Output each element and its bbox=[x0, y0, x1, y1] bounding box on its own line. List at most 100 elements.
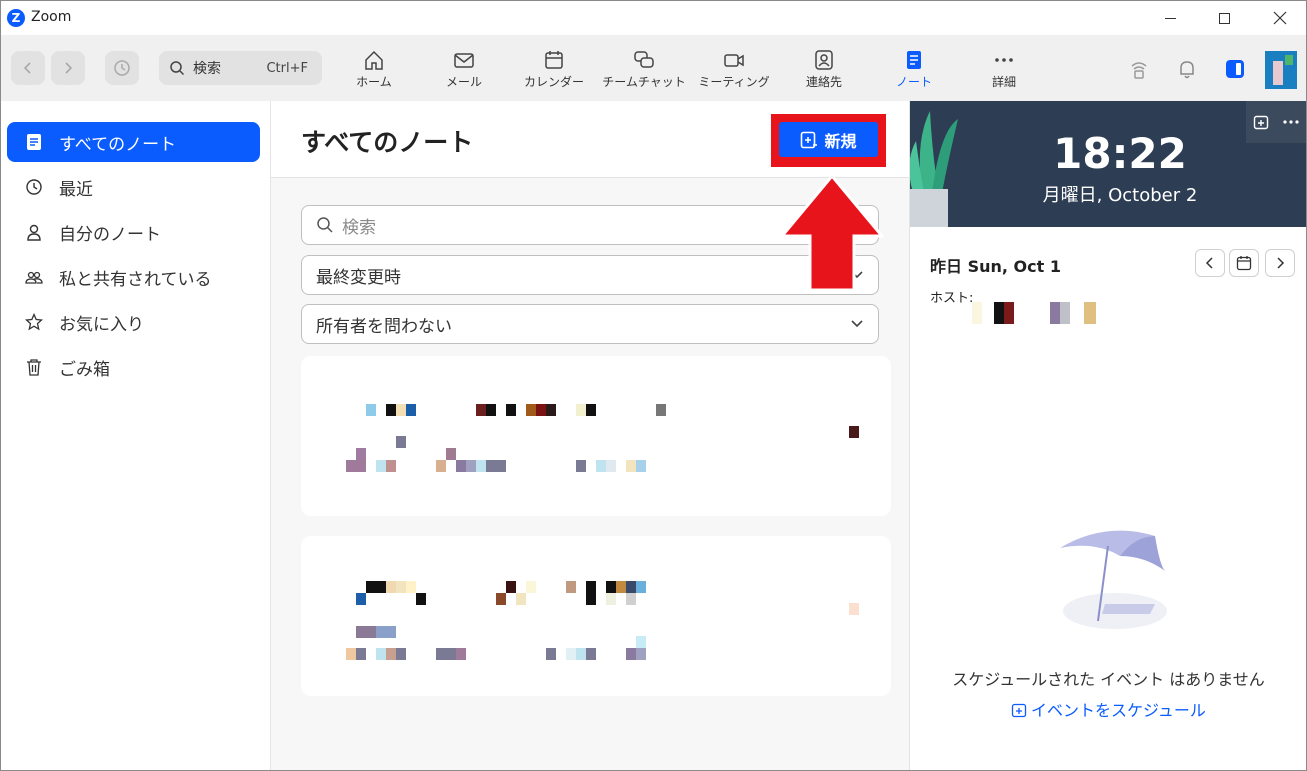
calendar-icon bbox=[1236, 256, 1252, 271]
forward-button[interactable] bbox=[51, 51, 85, 85]
sidebar-item-shared-with-me[interactable]: 私と共有されている bbox=[7, 257, 260, 297]
sidebar-item-recent[interactable]: 最近 bbox=[7, 167, 260, 207]
chevron-right-icon bbox=[65, 62, 73, 74]
search-label: 検索 bbox=[193, 61, 221, 77]
page-title: すべてのノート bbox=[301, 128, 474, 157]
contacts-icon bbox=[815, 50, 833, 70]
tab-mail[interactable]: メール bbox=[419, 45, 509, 95]
notes-icon bbox=[907, 51, 921, 69]
chevron-left-icon bbox=[23, 62, 31, 74]
search-shortcut: Ctrl+F bbox=[266, 60, 308, 76]
notes-sidebar: すべてのノート 最近 自分のノート 私と共有されている お気に入り ごみ箱 bbox=[1, 101, 271, 770]
chevron-right-icon bbox=[1277, 257, 1285, 269]
tab-meeting-label: ミーティング bbox=[698, 75, 770, 89]
red-arrow-annotation bbox=[780, 174, 884, 292]
day-label: 昨日 Sun, Oct 1 bbox=[930, 257, 1061, 276]
owner-filter-select[interactable]: 所有者を問わない bbox=[301, 304, 879, 344]
window-title: Zoom bbox=[31, 9, 72, 25]
sidebar-item-my-notes[interactable]: 自分のノート bbox=[7, 212, 260, 252]
history-icon bbox=[114, 60, 130, 76]
new-note-button[interactable]: 新規 bbox=[779, 122, 878, 157]
sidebar-item-label: すべてのノート bbox=[59, 134, 177, 155]
tab-notes[interactable]: ノート bbox=[869, 45, 959, 95]
search-icon bbox=[170, 61, 185, 76]
clock-date: 月曜日, October 2 bbox=[1042, 185, 1198, 206]
room-connect-button[interactable] bbox=[1127, 57, 1151, 81]
next-day-button[interactable] bbox=[1265, 249, 1295, 277]
clock-time: 18:22 bbox=[1053, 129, 1187, 178]
previous-day-button[interactable] bbox=[1195, 249, 1225, 277]
tab-home[interactable]: ホーム bbox=[329, 45, 419, 95]
main-toolbar: 検索 Ctrl+F ホーム メール カレンダー チームチャット ミーティング 連… bbox=[1, 35, 1306, 101]
empty-state-text: スケジュールされた イベント はありません bbox=[952, 670, 1265, 689]
tab-home-label: ホーム bbox=[356, 75, 392, 89]
host-avatar bbox=[1084, 302, 1096, 324]
history-button[interactable] bbox=[105, 51, 139, 85]
add-calendar-icon bbox=[1011, 703, 1027, 718]
tab-more[interactable]: 詳細 bbox=[959, 45, 1049, 95]
back-button[interactable] bbox=[11, 51, 45, 85]
host-label: ホスト: bbox=[930, 291, 974, 306]
sidebar-item-favorites[interactable]: お気に入り bbox=[7, 302, 260, 342]
tab-notes-label: ノート bbox=[895, 75, 932, 89]
chevron-left-icon bbox=[1205, 257, 1213, 269]
close-icon bbox=[1273, 11, 1287, 25]
host-avatar bbox=[1050, 302, 1060, 324]
new-note-icon bbox=[801, 131, 818, 148]
side-panel-toggle[interactable] bbox=[1223, 57, 1247, 81]
tab-more-label: 詳細 bbox=[991, 75, 1016, 89]
bell-icon bbox=[1180, 61, 1194, 79]
tab-contacts[interactable]: 連絡先 bbox=[779, 45, 869, 95]
sidebar-item-all-notes[interactable]: すべてのノート bbox=[7, 122, 260, 162]
notes-icon bbox=[25, 133, 43, 151]
clock-icon bbox=[25, 178, 43, 196]
host-avatar bbox=[1004, 302, 1014, 324]
avatar[interactable] bbox=[1265, 51, 1297, 89]
home-icon bbox=[365, 50, 383, 70]
tab-team-chat[interactable]: チームチャット bbox=[599, 45, 689, 95]
app-window: Z Zoom 検索 Ctrl+F ホーム メール カレンダー チームチャット ミ… bbox=[0, 0, 1307, 771]
new-button-highlight: 新規 bbox=[771, 114, 886, 167]
sidebar-item-trash[interactable]: ごみ箱 bbox=[7, 347, 260, 387]
room-icon bbox=[1131, 62, 1147, 79]
chevron-down-icon bbox=[851, 320, 863, 328]
tab-calendar[interactable]: カレンダー bbox=[509, 45, 599, 95]
host-avatar bbox=[1060, 302, 1070, 324]
schedule-event-link[interactable]: イベントをスケジュール bbox=[910, 697, 1306, 721]
tab-meeting[interactable]: ミーティング bbox=[689, 45, 779, 95]
banner-actions bbox=[1246, 101, 1306, 143]
mail-icon bbox=[454, 53, 474, 68]
close-button[interactable] bbox=[1257, 1, 1303, 35]
trash-icon bbox=[25, 358, 43, 376]
maximize-button[interactable] bbox=[1201, 1, 1247, 35]
sidebar-item-label: 私と共有されている bbox=[59, 269, 212, 290]
chat-icon bbox=[634, 51, 654, 68]
plant-illustration bbox=[910, 111, 958, 227]
people-icon bbox=[25, 268, 43, 286]
calendar-icon bbox=[545, 51, 563, 69]
owner-filter-value: 所有者を問わない bbox=[316, 316, 452, 337]
sidebar-item-label: 自分のノート bbox=[59, 224, 161, 245]
add-calendar-icon[interactable] bbox=[1253, 114, 1269, 130]
beach-umbrella-illustration bbox=[1060, 530, 1167, 629]
note-card[interactable] bbox=[301, 356, 891, 516]
notes-header: すべてのノート 新規 bbox=[271, 101, 909, 178]
zoom-logo-icon: Z bbox=[7, 9, 25, 27]
sort-value: 最終変更時 bbox=[316, 267, 401, 288]
note-card[interactable] bbox=[301, 536, 891, 696]
global-search[interactable]: 検索 Ctrl+F bbox=[159, 51, 322, 85]
date-picker-button[interactable] bbox=[1229, 249, 1259, 277]
notifications-button[interactable] bbox=[1175, 57, 1199, 81]
tab-team-chat-label: チームチャット bbox=[602, 75, 686, 89]
star-icon bbox=[25, 313, 43, 331]
host-avatar bbox=[994, 302, 1004, 324]
more-icon[interactable] bbox=[1282, 114, 1300, 130]
more-icon bbox=[995, 58, 1013, 62]
video-icon bbox=[724, 54, 744, 67]
sidebar-item-label: お気に入り bbox=[59, 314, 144, 335]
calendar-panel: 18:22 月曜日, October 2 昨日 Sun, Oct 1 ホスト: bbox=[909, 101, 1306, 770]
new-note-label: 新規 bbox=[824, 131, 857, 151]
tab-calendar-label: カレンダー bbox=[523, 75, 584, 89]
person-icon bbox=[25, 223, 43, 241]
minimize-button[interactable] bbox=[1147, 1, 1193, 35]
